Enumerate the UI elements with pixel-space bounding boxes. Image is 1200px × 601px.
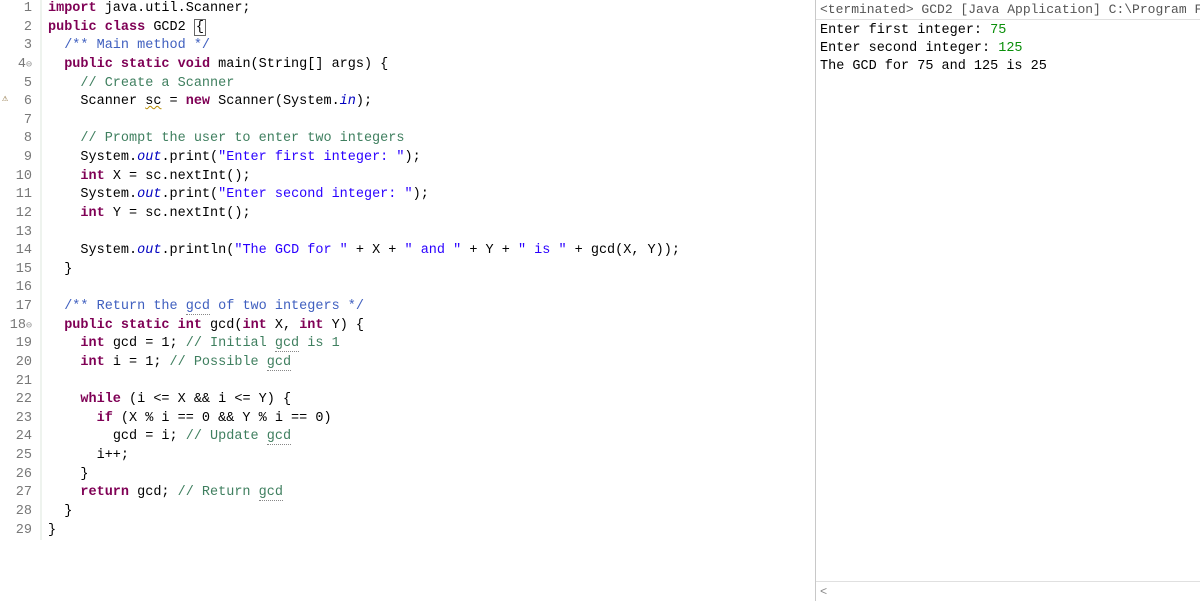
console-header: <terminated> GCD2 [Java Application] C:\… [816, 0, 1200, 20]
code-line[interactable]: 18⊖ public static int gcd(int X, int Y) … [0, 317, 815, 336]
line-number: 17 [0, 298, 42, 317]
code-line[interactable]: 17 /** Return the gcd of two integers */ [0, 298, 815, 317]
code-line[interactable]: 11 System.out.print("Enter second intege… [0, 186, 815, 205]
code-line[interactable]: 15 } [0, 261, 815, 280]
line-number: 10 [0, 168, 42, 187]
code-content[interactable]: System.out.print("Enter first integer: "… [42, 149, 421, 168]
code-content[interactable]: } [42, 522, 56, 541]
line-number: 24 [0, 428, 42, 447]
line-number: 18⊖ [0, 317, 42, 336]
code-line[interactable]: 16 [0, 279, 815, 298]
line-number: 22 [0, 391, 42, 410]
code-content[interactable]: // Prompt the user to enter two integers [42, 130, 404, 149]
code-content[interactable]: /** Main method */ [42, 37, 210, 56]
code-line[interactable]: 19 int gcd = 1; // Initial gcd is 1 [0, 335, 815, 354]
cursor: { [194, 19, 206, 36]
line-number: 20 [0, 354, 42, 373]
line-number: 8 [0, 130, 42, 149]
code-line[interactable]: 5 // Create a Scanner [0, 75, 815, 94]
line-number: 1 [0, 0, 42, 19]
code-line[interactable]: 13 [0, 224, 815, 243]
line-number: 9 [0, 149, 42, 168]
line-number: 5 [0, 75, 42, 94]
code-content[interactable] [42, 224, 56, 243]
line-number: 3 [0, 37, 42, 56]
code-line[interactable]: 25 i++; [0, 447, 815, 466]
code-content[interactable]: public static int gcd(int X, int Y) { [42, 317, 364, 336]
code-line[interactable]: 20 int i = 1; // Possible gcd [0, 354, 815, 373]
line-number: 26 [0, 466, 42, 485]
line-number: 12 [0, 205, 42, 224]
console-output[interactable]: Enter first integer: 75 Enter second int… [816, 20, 1200, 581]
code-content[interactable]: if (X % i == 0 && Y % i == 0) [42, 410, 332, 429]
line-number: 25 [0, 447, 42, 466]
code-content[interactable]: gcd = i; // Update gcd [42, 428, 291, 447]
console-line: Enter second integer: 125 [820, 41, 1023, 56]
line-number: 13 [0, 224, 42, 243]
code-content[interactable]: while (i <= X && i <= Y) { [42, 391, 291, 410]
code-line[interactable]: 9 System.out.print("Enter first integer:… [0, 149, 815, 168]
code-line[interactable]: 29 } [0, 522, 815, 541]
code-content[interactable]: } [42, 466, 89, 485]
code-line[interactable]: 12 int Y = sc.nextInt(); [0, 205, 815, 224]
console-line: The GCD for 75 and 125 is 25 [820, 59, 1047, 74]
code-line[interactable]: 14 System.out.println("The GCD for " + X… [0, 242, 815, 261]
code-line[interactable]: 26 } [0, 466, 815, 485]
code-line[interactable]: 27 return gcd; // Return gcd [0, 484, 815, 503]
code-content[interactable]: int gcd = 1; // Initial gcd is 1 [42, 335, 340, 354]
code-content[interactable]: } [42, 261, 72, 280]
code-content[interactable] [42, 373, 56, 392]
code-line[interactable]: 28 } [0, 503, 815, 522]
code-content[interactable]: Scanner sc = new Scanner(System.in); [42, 93, 372, 112]
code-line[interactable]: 21 [0, 373, 815, 392]
line-number: 7 [0, 112, 42, 131]
line-number: 15 [0, 261, 42, 280]
code-content[interactable]: System.out.println("The GCD for " + X + … [42, 242, 680, 261]
code-line[interactable]: 10 int X = sc.nextInt(); [0, 168, 815, 187]
code-content[interactable]: public class GCD2 { [42, 19, 206, 38]
line-number: 11 [0, 186, 42, 205]
code-content[interactable]: int i = 1; // Possible gcd [42, 354, 291, 373]
code-content[interactable]: /** Return the gcd of two integers */ [42, 298, 364, 317]
code-line[interactable]: 24 gcd = i; // Update gcd [0, 428, 815, 447]
line-number: 14 [0, 242, 42, 261]
code-content[interactable]: int X = sc.nextInt(); [42, 168, 251, 187]
code-line[interactable]: 1 import java.util.Scanner; [0, 0, 815, 19]
code-line[interactable]: ⚠6 Scanner sc = new Scanner(System.in); [0, 93, 815, 112]
code-content[interactable] [42, 112, 56, 131]
code-content[interactable] [42, 279, 56, 298]
code-content[interactable]: System.out.print("Enter second integer: … [42, 186, 429, 205]
line-number: 21 [0, 373, 42, 392]
console-line: Enter first integer: 75 [820, 23, 1006, 38]
code-content[interactable]: i++; [42, 447, 129, 466]
code-line[interactable]: 8 // Prompt the user to enter two intege… [0, 130, 815, 149]
line-number: 19 [0, 335, 42, 354]
code-line[interactable]: 3 /** Main method */ [0, 37, 815, 56]
line-number: 28 [0, 503, 42, 522]
code-line[interactable]: 23 if (X % i == 0 && Y % i == 0) [0, 410, 815, 429]
line-number: 16 [0, 279, 42, 298]
code-content[interactable]: } [42, 503, 72, 522]
line-number: 29 [0, 522, 42, 541]
code-content[interactable]: import java.util.Scanner; [42, 0, 251, 19]
line-number: 2 [0, 19, 42, 38]
line-number: 23 [0, 410, 42, 429]
code-content[interactable]: // Create a Scanner [42, 75, 234, 94]
code-editor[interactable]: 1 import java.util.Scanner; 2 public cla… [0, 0, 816, 601]
code-line[interactable]: 7 [0, 112, 815, 131]
line-number: 4⊖ [0, 56, 42, 75]
code-line[interactable]: 4⊖ public static void main(String[] args… [0, 56, 815, 75]
line-number: ⚠6 [0, 93, 42, 112]
warning-icon: ⚠ [2, 93, 8, 107]
line-number: 27 [0, 484, 42, 503]
code-line[interactable]: 22 while (i <= X && i <= Y) { [0, 391, 815, 410]
scroll-left-icon[interactable]: < [816, 581, 1200, 601]
code-content[interactable]: return gcd; // Return gcd [42, 484, 283, 503]
code-content[interactable]: public static void main(String[] args) { [42, 56, 388, 75]
console-view: <terminated> GCD2 [Java Application] C:\… [816, 0, 1200, 601]
code-content[interactable]: int Y = sc.nextInt(); [42, 205, 251, 224]
code-line[interactable]: 2 public class GCD2 { [0, 19, 815, 38]
